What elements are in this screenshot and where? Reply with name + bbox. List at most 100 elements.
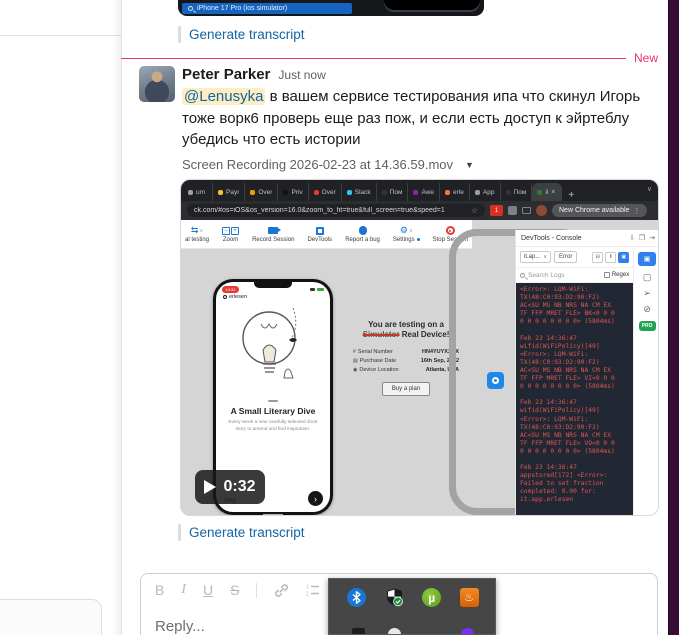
- send-tool-icon[interactable]: ➢: [643, 289, 651, 298]
- scroll-lock-button[interactable]: ▣: [618, 251, 630, 263]
- windows-defender-icon[interactable]: [385, 588, 404, 607]
- search-icon: [520, 272, 525, 278]
- user-mention[interactable]: @Lenusyka: [182, 88, 266, 105]
- floating-debug-button[interactable]: [487, 372, 504, 389]
- reply-input[interactable]: Reply...: [155, 618, 205, 635]
- tab-overflow-chevron-icon: ∨: [646, 186, 652, 193]
- browser-profile-avatar[interactable]: [536, 205, 547, 216]
- attachment-filename[interactable]: Screen Recording 2026-02-23 at 14.36.59.…: [182, 157, 453, 172]
- tray-icon-partial[interactable]: [388, 628, 402, 634]
- video-play-overlay[interactable]: 0:32: [195, 470, 265, 504]
- browser-tab[interactable]: Over: [245, 183, 279, 201]
- promo-headline-2: Simulator Real Device!: [353, 330, 459, 340]
- log-level-button[interactable]: Error: [554, 251, 578, 263]
- video-attachment[interactable]: um Payr Over Priv Over Slack Пом Awe erle App Пом i…: [180, 179, 659, 516]
- tab-favicon-icon: [283, 189, 289, 195]
- strikethrough-button[interactable]: S: [230, 582, 239, 598]
- dock-window-icon[interactable]: ❐: [639, 234, 645, 242]
- attachment-caret-icon[interactable]: ▼: [465, 160, 474, 170]
- toolbar-report-a-bug-button[interactable]: Report a bug: [345, 226, 380, 243]
- link-icon[interactable]: [274, 583, 289, 598]
- next-button[interactable]: ›: [308, 491, 323, 506]
- page-indicator: [268, 400, 278, 402]
- message-author[interactable]: Peter Parker: [182, 66, 270, 83]
- browser-tab[interactable]: Payr: [213, 183, 246, 201]
- speed-tool-icon[interactable]: ⊘: [643, 305, 651, 314]
- strikethrough-word: Simulator: [362, 330, 400, 339]
- wrap-toggle-button[interactable]: ⊟: [592, 251, 604, 263]
- buy-plan-button[interactable]: Buy a plan: [381, 382, 431, 396]
- browser-menu-icon[interactable]: ⋮: [633, 207, 640, 215]
- browser-tab[interactable]: Awe: [408, 183, 440, 201]
- channel-composer-corner[interactable]: [0, 599, 102, 635]
- tab-label: Priv: [291, 188, 303, 196]
- spec-icon: #: [353, 348, 356, 355]
- download-tray-icon[interactable]: [522, 207, 531, 214]
- toolbar-settings-button[interactable]: ⚙ ∨ Settings: [393, 225, 420, 243]
- tab-favicon-icon: [381, 189, 387, 195]
- chrome-update-label: New Chrome available: [559, 207, 630, 214]
- browser-tab[interactable]: Slack: [342, 183, 377, 201]
- message-timestamp[interactable]: Just now: [278, 68, 325, 82]
- tab-favicon-icon: [474, 189, 480, 195]
- bookmark-star-icon[interactable]: ☆: [471, 206, 478, 215]
- regex-toggle[interactable]: Regex: [603, 272, 630, 278]
- phone-time-badge: 14:32: [222, 286, 239, 293]
- console-search-input[interactable]: Search Logs: [528, 272, 601, 279]
- tray-icon-partial[interactable]: [352, 628, 366, 634]
- tab-label: Пом: [389, 188, 403, 196]
- browser-url-bar: ck.com/#os=iOS&os_version=16.0&zoom_to_f…: [181, 201, 658, 220]
- avatar[interactable]: [139, 66, 175, 102]
- underline-button[interactable]: U: [203, 582, 213, 598]
- browser-tab[interactable]: Over: [309, 183, 342, 201]
- bold-button[interactable]: B: [155, 582, 164, 598]
- chrome-update-button[interactable]: New Chrome available ⋮: [552, 204, 648, 217]
- frame-tool-icon[interactable]: ▢: [643, 273, 652, 282]
- toolbar-record-session-button[interactable]: Record Session: [252, 226, 294, 243]
- regex-checkbox[interactable]: [603, 272, 610, 278]
- spec-row: ◉ Device Location Atlanta, USA: [353, 365, 459, 374]
- simulator-device-label: iPhone 17 Pro (ios simulator): [197, 5, 288, 12]
- italic-button[interactable]: I: [181, 582, 186, 598]
- error-extension-icon[interactable]: 1: [490, 205, 503, 216]
- brand-name: erlesen: [229, 294, 248, 300]
- extensions-puzzle-icon[interactable]: [508, 206, 517, 215]
- testing-toolbar: ⇆ ∨ al testing − + Zoom Record Session DevTools…: [181, 220, 472, 249]
- dock-side-icon[interactable]: ⇥: [649, 234, 655, 242]
- spec-icon: ◉: [353, 366, 358, 373]
- new-tab-button[interactable]: +: [568, 190, 574, 201]
- toolbar-zoom-button[interactable]: − + Zoom: [222, 226, 240, 243]
- thread-panel-border: [121, 0, 122, 635]
- generate-transcript-link[interactable]: Generate transcript: [189, 525, 305, 540]
- log-source-dropdown[interactable]: it.ap... ∨: [520, 251, 552, 263]
- browser-tab[interactable]: Priv: [278, 183, 309, 201]
- utorrent-icon[interactable]: µ: [422, 588, 442, 607]
- bluetooth-icon[interactable]: [347, 588, 367, 607]
- browser-tab[interactable]: um: [183, 183, 213, 201]
- tab-close-icon[interactable]: ×: [551, 189, 555, 196]
- ordered-list-icon[interactable]: 12: [306, 583, 320, 597]
- generate-transcript-link[interactable]: Generate transcript: [189, 27, 305, 42]
- dock-download-icon[interactable]: ⇩: [629, 234, 635, 242]
- browser-tab[interactable]: Пом: [501, 183, 533, 201]
- browser-tab[interactable]: il ×: [532, 183, 563, 201]
- browser-tab[interactable]: erle: [440, 183, 470, 201]
- screenshot-tool-icon[interactable]: ▣: [638, 252, 657, 266]
- tray-icon-partial[interactable]: [460, 628, 474, 634]
- real-device-promo: You are testing on a Simulator Real Devi…: [353, 320, 459, 396]
- pause-logs-button[interactable]: ‖: [605, 251, 617, 263]
- toolbar-local-testing-button[interactable]: ⇆ ∨ al testing: [185, 225, 209, 243]
- regex-label: Regex: [611, 272, 630, 278]
- browser-tab[interactable]: Пом: [377, 183, 409, 201]
- browser-tab[interactable]: App: [470, 183, 501, 201]
- console-log-output[interactable]: <Error>: LQM-WiFi: TX(48:C0:93:D2:90:F2)…: [516, 283, 634, 515]
- tab-favicon-icon: [188, 189, 193, 195]
- toolbar-devtools-button[interactable]: DevTools: [307, 226, 332, 243]
- tab-label: Payr: [226, 188, 240, 196]
- console-controls: it.ap... ∨ Error ⊟ ‖ ▣: [516, 247, 633, 267]
- address-field[interactable]: ck.com/#os=iOS&os_version=16.0&zoom_to_f…: [187, 204, 485, 217]
- tab-label: Slack: [354, 188, 371, 196]
- tab-label: Over: [258, 188, 273, 196]
- java-icon[interactable]: ♨: [459, 588, 479, 607]
- previous-video-thumbnail[interactable]: iPhone 17 Pro (ios simulator): [178, 0, 484, 16]
